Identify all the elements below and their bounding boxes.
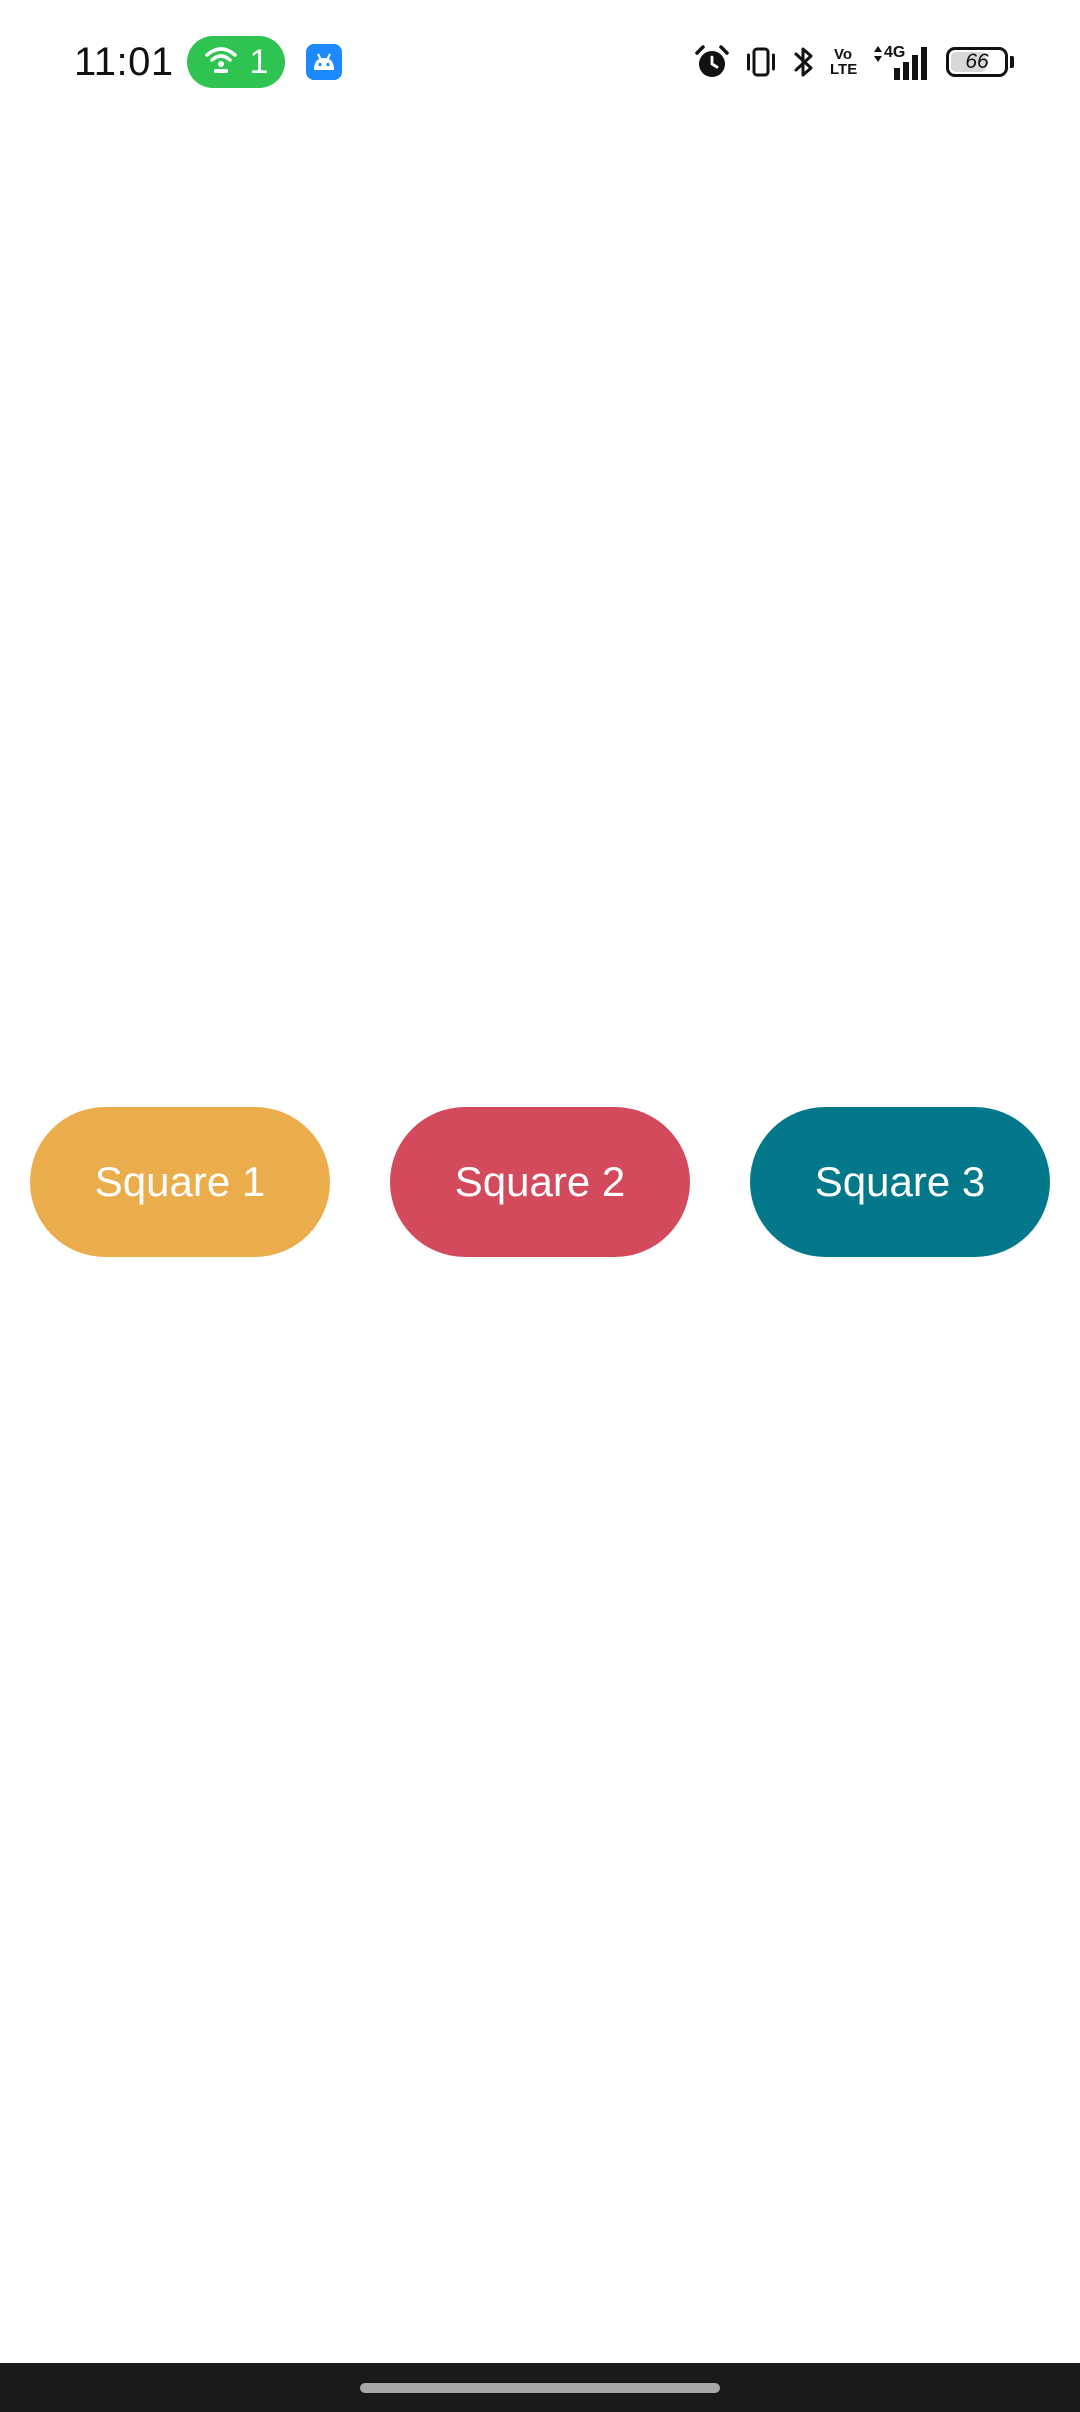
button-row: Square 1 Square 2 Square 3	[0, 1107, 1080, 1257]
signal-icon: 4G	[870, 42, 932, 82]
alarm-icon	[694, 44, 730, 80]
status-icons: Vo LTE 4G 66	[694, 38, 1014, 86]
volte-icon: Vo LTE	[830, 47, 858, 78]
home-indicator[interactable]	[360, 2383, 720, 2393]
volte-bottom-label: LTE	[830, 61, 858, 78]
navigation-bar	[0, 2363, 1080, 2412]
hotspot-indicator[interactable]: 1	[187, 36, 285, 88]
battery-level: 66	[965, 50, 989, 73]
status-time: 11:01	[74, 40, 174, 84]
network-type-label: 4G	[884, 44, 906, 61]
screen: 11:01 1 Vo LTE 4G 66 Square 1 Square 2 S…	[0, 0, 1080, 2412]
bluetooth-icon	[792, 44, 816, 80]
hotspot-icon	[204, 45, 238, 80]
square-1-button[interactable]: Square 1	[30, 1107, 330, 1257]
hotspot-count: 1	[249, 43, 269, 81]
android-app-icon	[306, 44, 342, 80]
square-3-button[interactable]: Square 3	[750, 1107, 1050, 1257]
vibrate-icon	[744, 45, 778, 79]
status-bar: 11:01 1 Vo LTE 4G 66	[0, 0, 1080, 124]
square-2-button[interactable]: Square 2	[390, 1107, 690, 1257]
battery-icon: 66	[946, 47, 1014, 77]
